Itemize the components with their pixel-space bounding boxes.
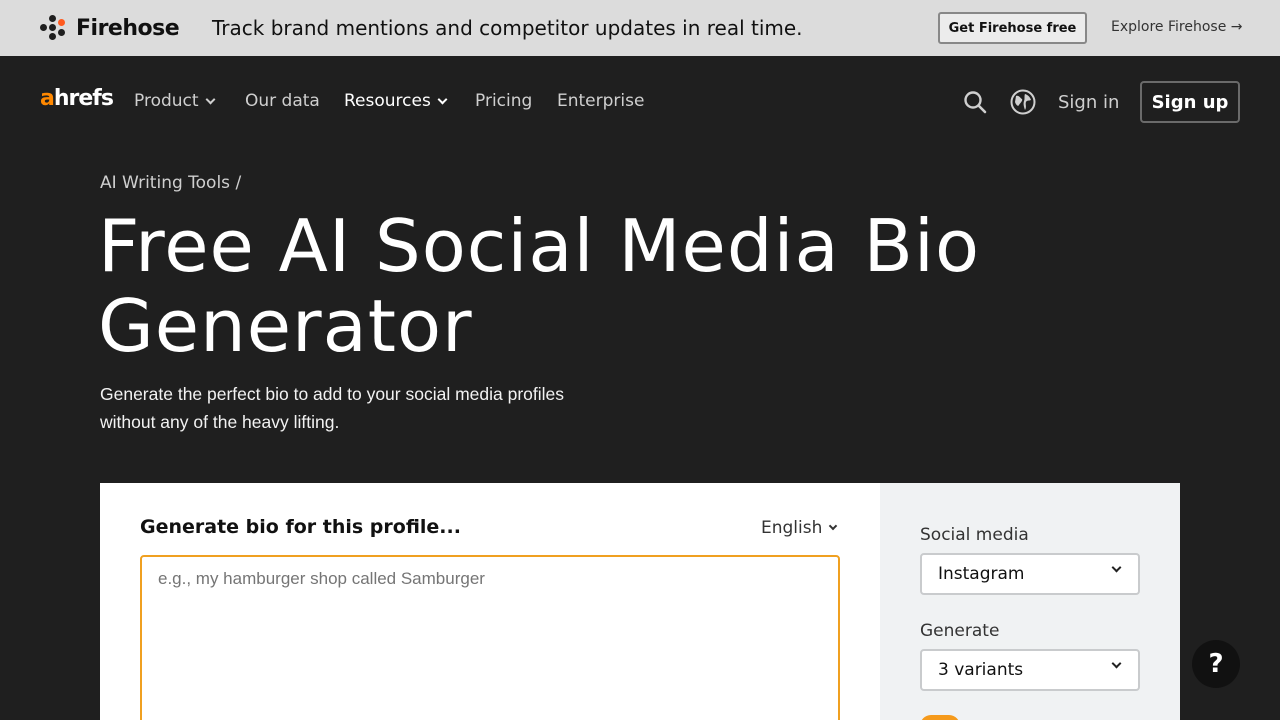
promo-text: Track brand mentions and competitor upda… <box>212 16 803 40</box>
sign-in-link[interactable]: Sign in <box>1058 92 1119 113</box>
chevron-down-icon <box>1111 562 1122 573</box>
nav-item-resources[interactable]: Resources <box>344 91 448 111</box>
search-icon[interactable] <box>963 90 987 114</box>
globe-icon[interactable] <box>1010 89 1036 115</box>
firehose-mark-icon <box>40 15 66 41</box>
form-title: Generate bio for this profile... <box>140 516 461 538</box>
language-value: English <box>761 518 823 538</box>
firehose-logo[interactable]: Firehose <box>40 15 180 41</box>
breadcrumb[interactable]: AI Writing Tools / <box>100 173 241 193</box>
variants-select[interactable]: 3 variants <box>920 649 1140 691</box>
language-select[interactable]: English <box>761 518 838 538</box>
nav-item-label: Product <box>134 91 199 111</box>
nav-item-enterprise[interactable]: Enterprise <box>557 91 644 111</box>
generator-card: Generate bio for this profile... English <box>100 483 880 720</box>
settings-panel: Social media Instagram Generate 3 varian… <box>880 483 1180 720</box>
help-button[interactable]: ? <box>1192 640 1240 688</box>
promo-banner: Firehose Track brand mentions and compet… <box>0 0 1280 56</box>
chevron-down-icon <box>437 94 448 104</box>
social-media-select[interactable]: Instagram <box>920 553 1140 595</box>
profile-description-input[interactable] <box>140 555 840 720</box>
nav-item-our-data[interactable]: Our data <box>245 91 320 111</box>
page-subtitle: Generate the perfect bio to add to your … <box>100 384 565 432</box>
nav-item-label: Our data <box>245 91 320 111</box>
social-media-label: Social media <box>920 525 1029 545</box>
chevron-down-icon <box>1111 658 1122 669</box>
social-media-value: Instagram <box>938 564 1025 584</box>
nav-item-pricing[interactable]: Pricing <box>475 91 532 111</box>
variants-value: 3 variants <box>938 660 1024 680</box>
ahrefs-logo[interactable]: ahrefs <box>40 86 114 111</box>
nav-item-product[interactable]: Product <box>134 91 215 111</box>
explore-firehose-link[interactable]: Explore Firehose → <box>1111 19 1243 35</box>
nav-item-label: Pricing <box>475 91 533 111</box>
nav-item-label: Enterprise <box>557 91 645 111</box>
chevron-down-icon <box>829 521 838 531</box>
chevron-down-icon <box>205 94 215 104</box>
generate-label: Generate <box>920 621 1000 641</box>
option-toggle[interactable] <box>920 715 960 720</box>
page-title: Free AI Social Media Bio Generator <box>98 204 980 368</box>
sign-up-button[interactable]: Sign up <box>1140 81 1240 123</box>
nav-item-label: Resources <box>344 91 431 111</box>
get-firehose-button[interactable]: Get Firehose free <box>938 12 1087 44</box>
firehose-wordmark: Firehose <box>76 15 180 41</box>
